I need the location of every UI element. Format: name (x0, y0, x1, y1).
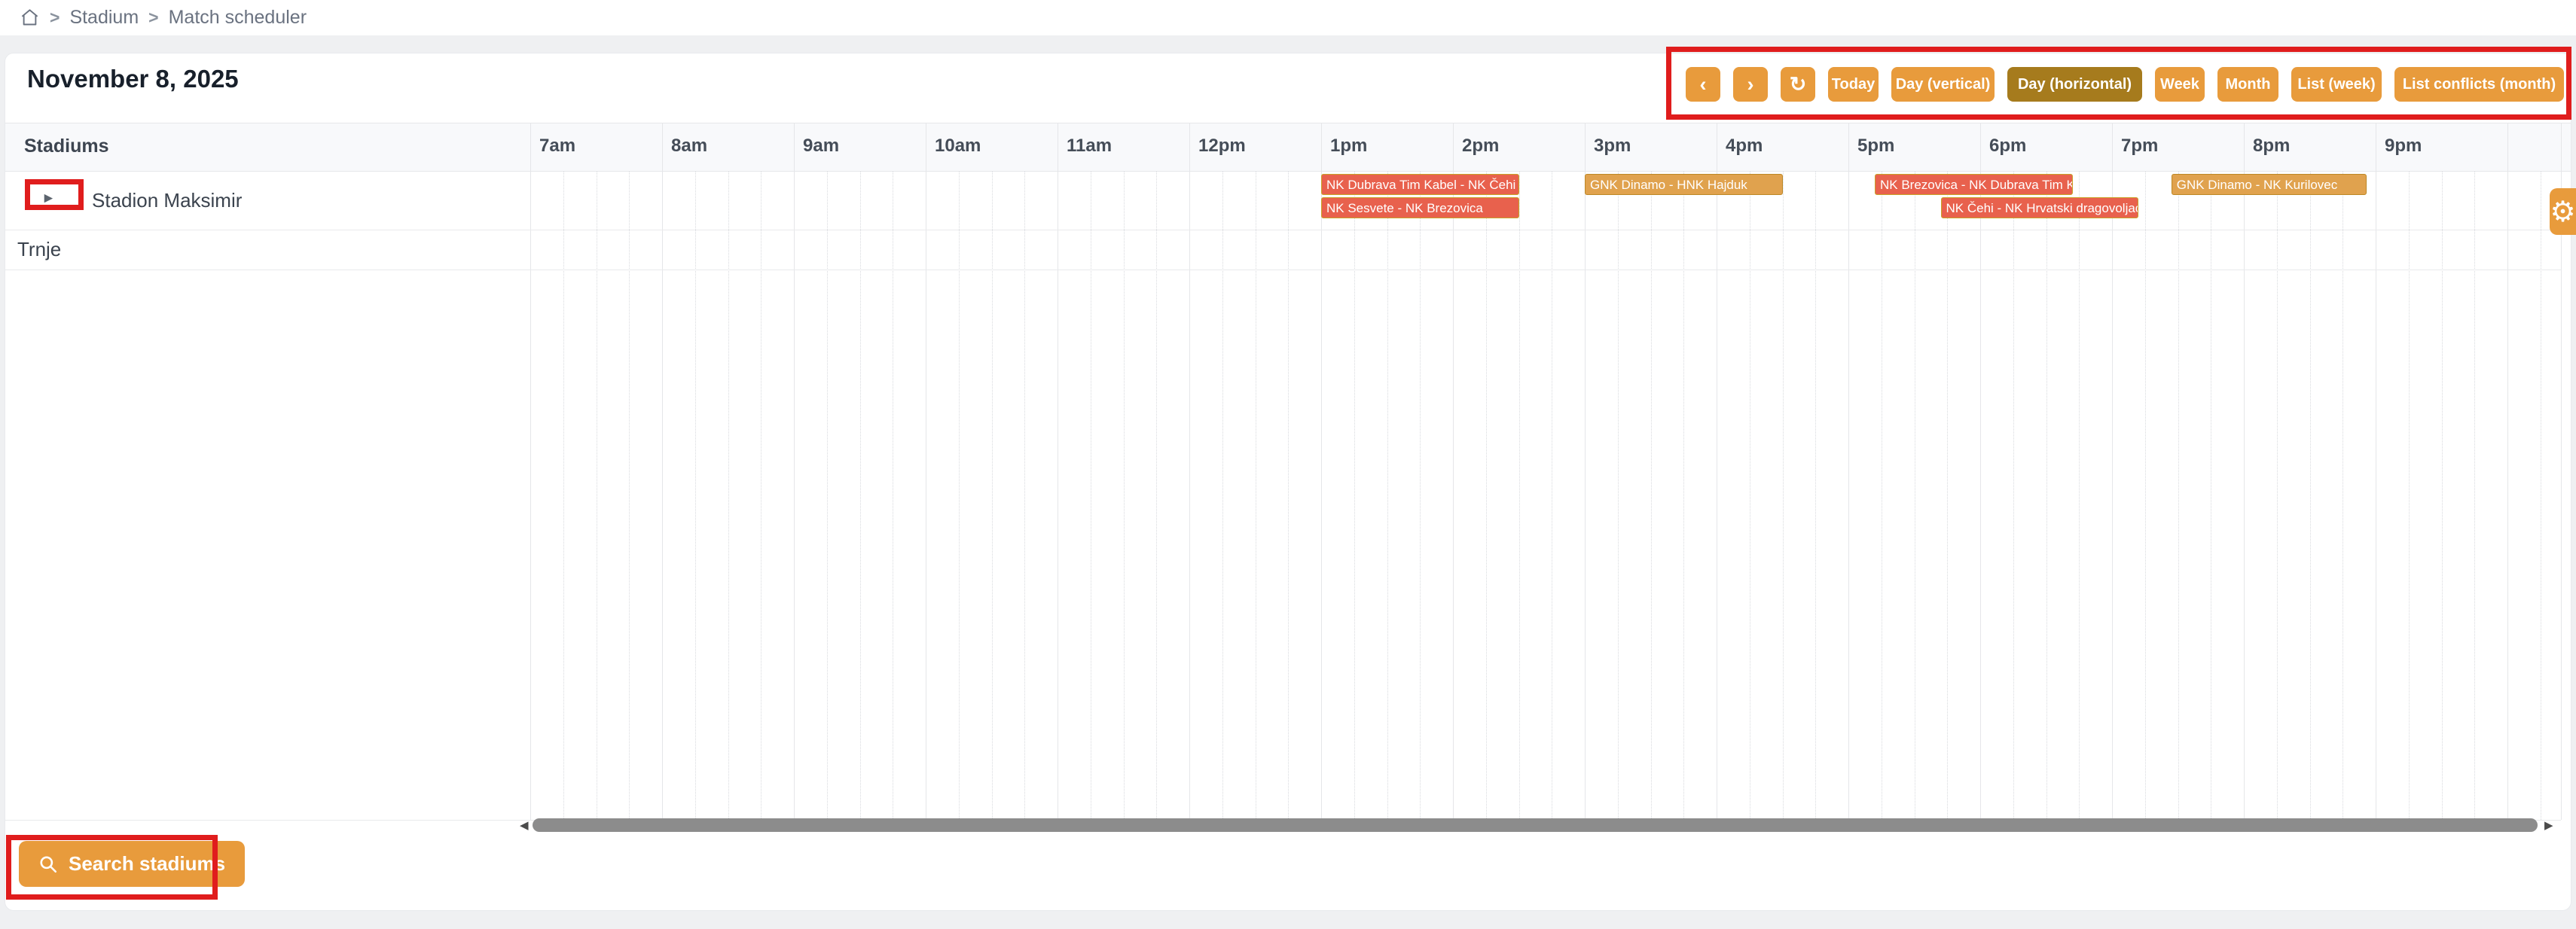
time-label-4pm: 4pm (1726, 136, 1763, 157)
refresh-icon: ↻ (1790, 73, 1807, 96)
time-label-10am: 10am (935, 136, 981, 157)
view-toolbar: ‹ › ↻ Today Day (vertical) Day (horizontal) We… (1686, 67, 2564, 102)
view-button-day-horizontal[interactable]: Day (horizontal) (2007, 67, 2142, 102)
hour-gridline (1189, 123, 1190, 820)
hour-gridline (2507, 123, 2508, 820)
time-label-1pm: 1pm (1330, 136, 1367, 157)
gear-icon: ⚙ (2550, 195, 2575, 229)
time-label-11am: 11am (1067, 136, 1112, 157)
breadcrumb: > Stadium > Match scheduler (0, 0, 2576, 35)
chevron-left-icon: ‹ (1700, 73, 1707, 96)
view-button-month[interactable]: Month (2217, 67, 2278, 102)
search-icon (38, 854, 58, 874)
match-event[interactable]: GNK Dinamo - NK Kurilovec (2172, 174, 2367, 195)
hour-gridline (1585, 123, 1586, 820)
expand-row-icon[interactable]: ► (41, 190, 56, 207)
hour-gridline (794, 123, 795, 820)
resource-row-stadion-maksimir: Stadion Maksimir (92, 189, 242, 212)
view-button-list-week[interactable]: List (week) (2291, 67, 2382, 102)
hour-gridline (1453, 123, 1454, 820)
horizontal-scrollbar-thumb[interactable] (533, 818, 2538, 832)
time-label-2pm: 2pm (1462, 136, 1499, 157)
match-event[interactable]: NK Sesvete - NK Brezovica (1321, 197, 1519, 218)
scrollbar-left-arrow[interactable]: ◀ (520, 820, 529, 832)
stadiums-column-header: Stadiums (24, 136, 109, 157)
view-button-list-conflicts-month[interactable]: List conflicts (month) (2394, 67, 2564, 102)
settings-flyout-button[interactable]: ⚙ (2550, 188, 2576, 235)
time-label-7am: 7am (539, 136, 575, 157)
search-stadiums-label: Search stadiums (69, 852, 225, 876)
home-icon[interactable] (20, 8, 40, 28)
date-title: November 8, 2025 (27, 65, 239, 93)
view-button-week[interactable]: Week (2155, 67, 2205, 102)
hour-gridline (1848, 123, 1849, 820)
time-label-9am: 9am (803, 136, 839, 157)
scrollbar-right-arrow[interactable]: ▶ (2544, 820, 2553, 832)
match-scheduler-screen: > Stadium > Match scheduler November 8, … (0, 0, 2576, 929)
search-stadiums-button[interactable]: Search stadiums (19, 841, 245, 887)
match-event[interactable]: NK Dubrava Tim Kabel - NK Čehi (1321, 174, 1519, 195)
time-label-6pm: 6pm (1989, 136, 2026, 157)
breadcrumb-separator: > (148, 8, 158, 28)
chevron-right-button[interactable]: › (1733, 67, 1768, 102)
refresh-button[interactable]: ↻ (1781, 67, 1815, 102)
time-label-7pm: 7pm (2121, 136, 2158, 157)
breadcrumb-separator: > (50, 8, 60, 28)
time-label-3pm: 3pm (1594, 136, 1631, 157)
hour-gridline (2112, 123, 2113, 820)
time-label-9pm: 9pm (2385, 136, 2422, 157)
hour-gridline (1321, 123, 1322, 820)
match-event[interactable]: NK Čehi - NK Hrvatski dragovoljac (1941, 197, 2139, 218)
breadcrumb-item-stadium[interactable]: Stadium (69, 7, 139, 29)
time-label-12pm: 12pm (1198, 136, 1246, 157)
time-label-8pm: 8pm (2253, 136, 2290, 157)
resource-row-trnje: Trnje (17, 238, 61, 261)
time-label-5pm: 5pm (1857, 136, 1894, 157)
hour-gridline (2244, 123, 2245, 820)
hour-gridline (662, 123, 663, 820)
match-event[interactable]: GNK Dinamo - HNK Hajduk (1585, 174, 1783, 195)
time-label-8am: 8am (671, 136, 707, 157)
grid-header (5, 123, 2571, 172)
view-button-day-vertical[interactable]: Day (vertical) (1891, 67, 1995, 102)
view-button-today[interactable]: Today (1828, 67, 1879, 102)
breadcrumb-item-match-scheduler: Match scheduler (169, 7, 307, 29)
hour-gridline (1980, 123, 1981, 820)
chevron-right-icon: › (1747, 73, 1754, 96)
chevron-left-button[interactable]: ‹ (1686, 67, 1720, 102)
hour-gridline (530, 123, 531, 820)
match-event[interactable]: NK Brezovica - NK Dubrava Tim Ka (1875, 174, 2073, 195)
